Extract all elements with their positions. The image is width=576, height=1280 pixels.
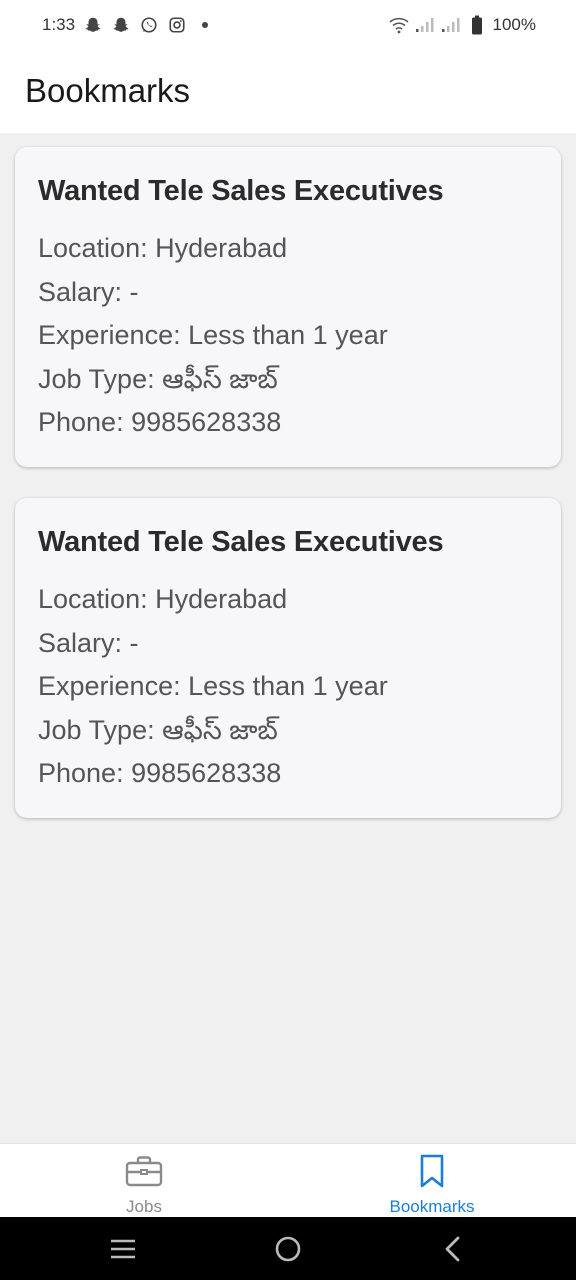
status-left: 1:33 xyxy=(42,15,215,35)
battery-percent: 100% xyxy=(492,15,536,34)
app-header: Bookmarks xyxy=(0,50,576,133)
dot-icon xyxy=(195,15,215,35)
status-right: 100% xyxy=(388,15,536,35)
job-location: Location: Hyderabad xyxy=(38,584,288,614)
nav-item-bookmarks[interactable]: Bookmarks xyxy=(332,1144,532,1218)
instagram-icon xyxy=(167,15,187,35)
status-bar: 1:33 100% xyxy=(0,0,576,50)
bookmark-card[interactable]: Wanted Tele Sales Executives Location: H… xyxy=(15,147,561,467)
job-experience: Experience: Less than 1 year xyxy=(38,320,388,350)
wifi-icon xyxy=(388,15,409,35)
whatsapp-icon xyxy=(139,15,159,35)
nav-item-jobs[interactable]: Jobs xyxy=(44,1144,244,1218)
snapchat-icon xyxy=(83,15,103,35)
job-title: Wanted Tele Sales Executives xyxy=(38,175,444,207)
job-phone: Phone: 9985628338 xyxy=(38,758,282,788)
job-type: Job Type: ఆఫీస్ జాబ్ xyxy=(38,363,278,394)
job-location: Location: Hyderabad xyxy=(38,233,288,263)
bottom-nav: Jobs Bookmarks xyxy=(0,1143,576,1217)
job-phone: Phone: 9985628338 xyxy=(38,407,282,437)
job-salary: Salary: - xyxy=(38,627,139,658)
job-salary: Salary: - xyxy=(38,276,139,307)
nav-label-jobs: Jobs xyxy=(126,1197,162,1216)
back-icon[interactable] xyxy=(433,1231,473,1267)
page-title: Bookmarks xyxy=(25,72,191,109)
bookmark-icon xyxy=(413,1153,451,1189)
signal-icon xyxy=(415,15,435,35)
battery-icon xyxy=(467,15,487,35)
briefcase-icon xyxy=(125,1153,163,1189)
nav-label-bookmarks: Bookmarks xyxy=(389,1197,475,1216)
snapchat-icon xyxy=(111,15,131,35)
menu-icon[interactable] xyxy=(103,1231,143,1267)
status-time: 1:33 xyxy=(42,15,76,34)
signal-icon xyxy=(441,15,461,35)
home-icon[interactable] xyxy=(268,1231,308,1267)
job-type: Job Type: ఆఫీస్ జాబ్ xyxy=(38,714,278,745)
system-nav-bar xyxy=(0,1217,576,1280)
bookmark-card[interactable]: Wanted Tele Sales Executives Location: H… xyxy=(15,498,561,818)
job-experience: Experience: Less than 1 year xyxy=(38,671,388,701)
job-title: Wanted Tele Sales Executives xyxy=(38,526,444,558)
